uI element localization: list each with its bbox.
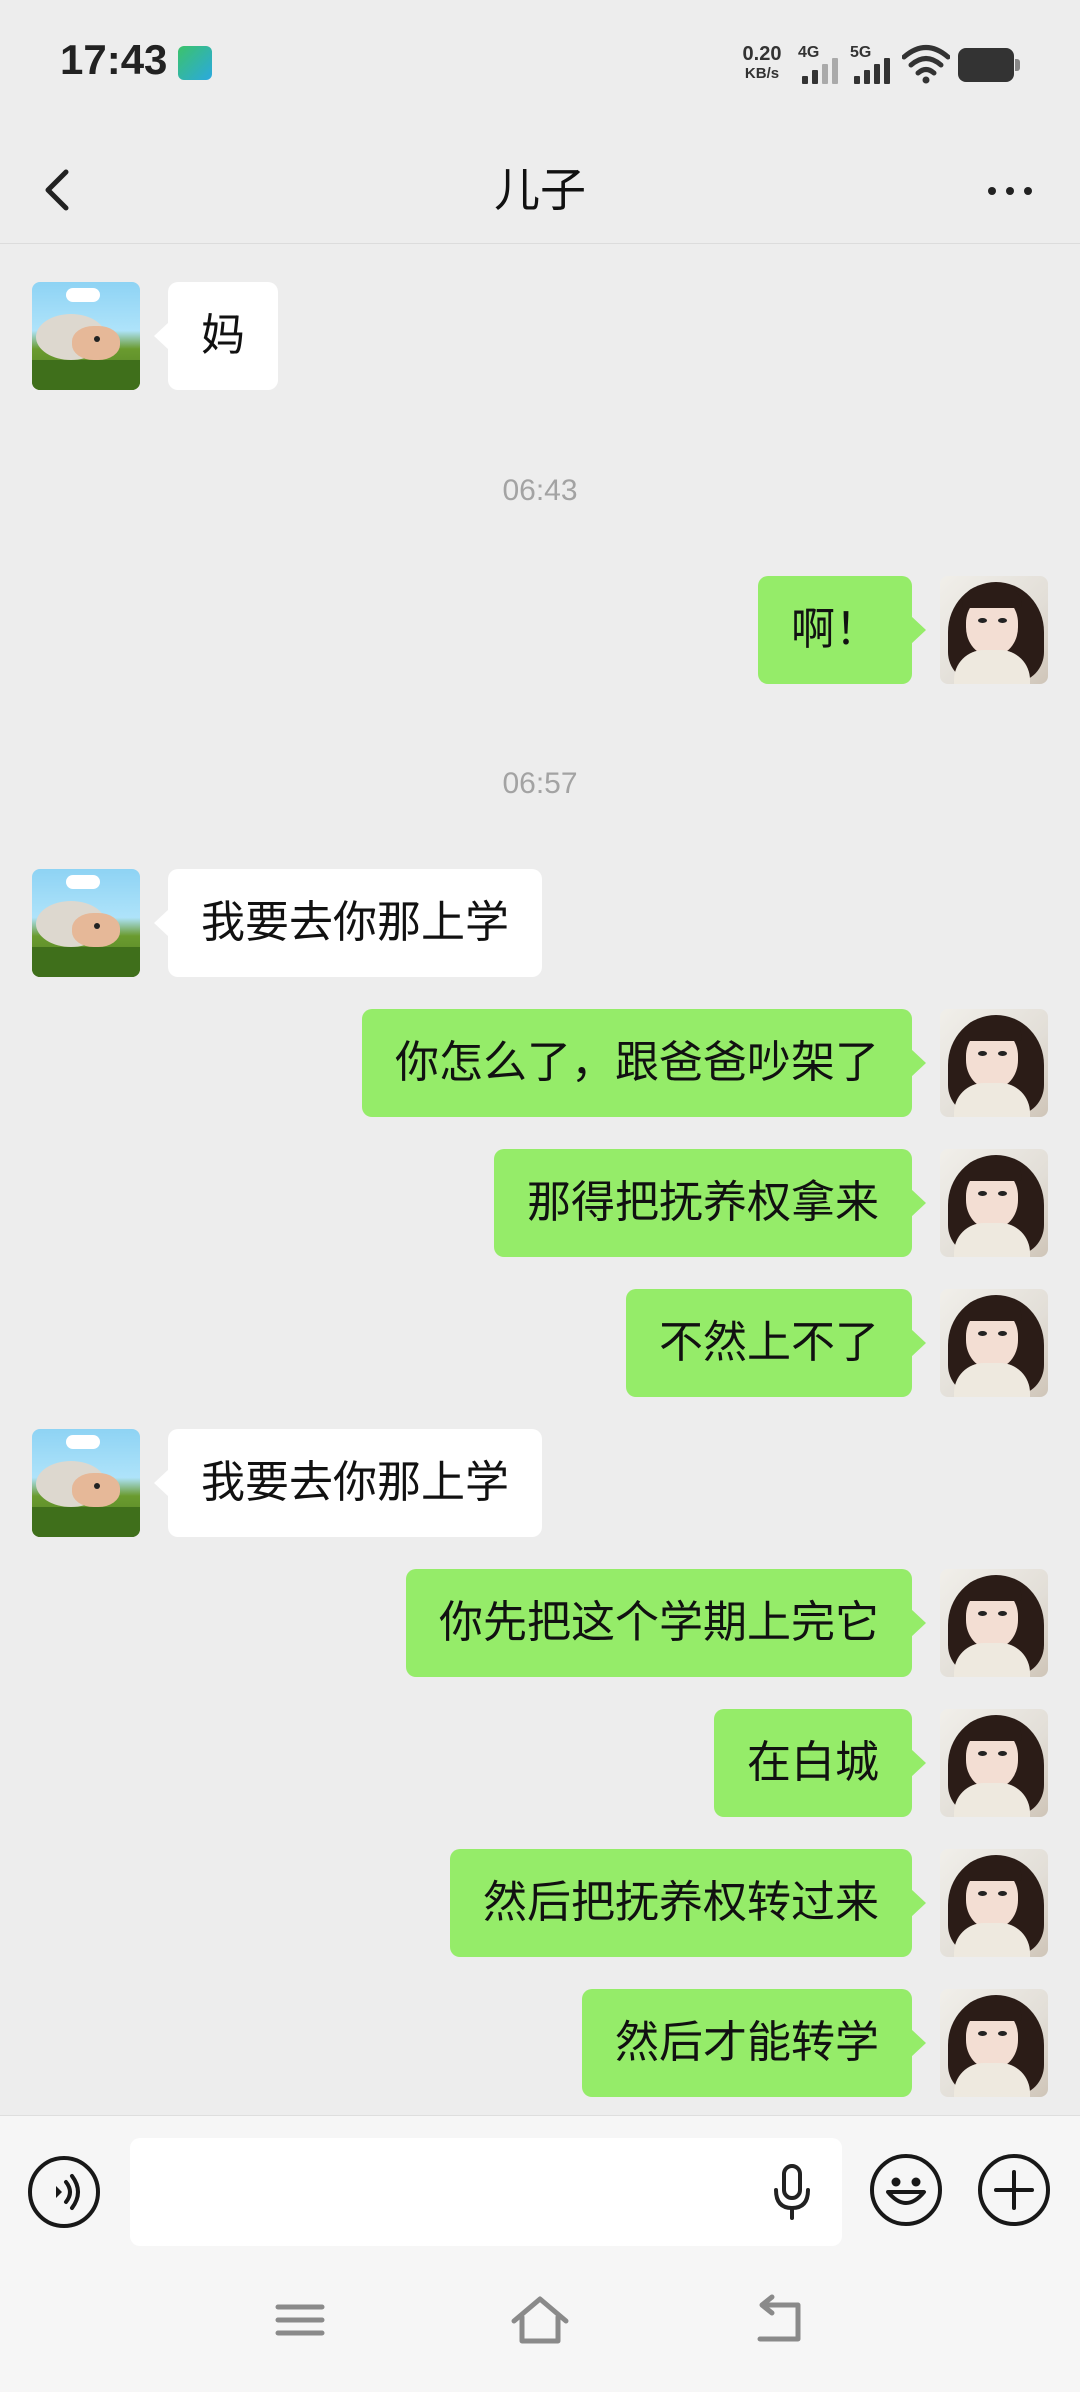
message-bubble[interactable]: 我要去你那上学 bbox=[154, 1429, 542, 1537]
avatar-self[interactable] bbox=[940, 1569, 1048, 1677]
message-row-outgoing: 在白城 bbox=[0, 1709, 1080, 1817]
message-row-incoming: 我要去你那上学 bbox=[0, 1429, 1080, 1537]
signal-5g-label: 5G bbox=[850, 44, 872, 61]
message-row-outgoing: 你怎么了，跟爸爸吵架了 bbox=[0, 1009, 1080, 1117]
avatar-self[interactable] bbox=[940, 576, 1048, 684]
message-row-outgoing: 然后把抚养权转过来 bbox=[0, 1849, 1080, 1957]
signal-4g-label: 4G bbox=[798, 44, 820, 61]
avatar-self[interactable] bbox=[940, 1149, 1048, 1257]
avatar-contact[interactable] bbox=[32, 1429, 140, 1537]
message-row-incoming: 妈 bbox=[0, 282, 1080, 390]
message-timestamp: 06:57 bbox=[502, 767, 578, 800]
chat-header: 儿子 bbox=[0, 130, 1080, 244]
message-bubble[interactable]: 我要去你那上学 bbox=[154, 869, 542, 977]
signal-5g-icon: 5G bbox=[850, 44, 900, 84]
more-dots-icon[interactable] bbox=[970, 150, 1050, 230]
back-arrow-icon[interactable] bbox=[740, 2285, 820, 2355]
avatar-self[interactable] bbox=[940, 1849, 1048, 1957]
menu-icon[interactable] bbox=[260, 2285, 340, 2355]
status-time: 17:43 bbox=[60, 36, 168, 83]
avatar-self[interactable] bbox=[940, 1009, 1048, 1117]
message-input[interactable] bbox=[130, 2138, 842, 2246]
app-notification-icon bbox=[178, 46, 212, 80]
plus-icon[interactable] bbox=[978, 2154, 1050, 2226]
message-bubble[interactable]: 然后把抚养权转过来 bbox=[450, 1849, 926, 1957]
message-bubble[interactable]: 你先把这个学期上完它 bbox=[406, 1569, 926, 1677]
message-bubble[interactable]: 妈 bbox=[154, 282, 278, 390]
network-speed: 0.20 KB/s bbox=[736, 44, 788, 84]
message-row-outgoing: 然后才能转学 bbox=[0, 1989, 1080, 2097]
system-nav-bar bbox=[0, 2265, 1080, 2392]
chat-title: 儿子 bbox=[494, 163, 586, 217]
message-row-outgoing: 啊！ bbox=[0, 576, 1080, 684]
mic-icon[interactable] bbox=[770, 2164, 814, 2220]
avatar-self[interactable] bbox=[940, 1989, 1048, 2097]
avatar-self[interactable] bbox=[940, 1289, 1048, 1397]
wifi-icon bbox=[902, 45, 950, 84]
signal-4g-icon: 4G bbox=[798, 44, 848, 84]
network-speed-unit: KB/s bbox=[744, 65, 780, 82]
message-row-outgoing: 那得把抚养权拿来 bbox=[0, 1149, 1080, 1257]
message-bubble[interactable]: 那得把抚养权拿来 bbox=[494, 1149, 926, 1257]
network-speed-value: 0.20 bbox=[742, 43, 782, 65]
avatar-self[interactable] bbox=[940, 1709, 1048, 1817]
voice-mode-icon[interactable] bbox=[28, 2156, 100, 2228]
message-bubble[interactable]: 你怎么了，跟爸爸吵架了 bbox=[362, 1009, 926, 1117]
message-bubble[interactable]: 在白城 bbox=[714, 1709, 926, 1817]
message-bubble[interactable]: 啊！ bbox=[758, 576, 926, 684]
emoji-icon[interactable] bbox=[870, 2154, 942, 2226]
avatar-contact[interactable] bbox=[32, 282, 140, 390]
message-bubble[interactable]: 不然上不了 bbox=[626, 1289, 926, 1397]
message-timestamp: 06:43 bbox=[502, 474, 578, 507]
avatar-contact[interactable] bbox=[32, 869, 140, 977]
battery-icon bbox=[958, 48, 1020, 82]
message-row-incoming: 我要去你那上学 bbox=[0, 869, 1080, 977]
message-list[interactable]: 妈 06:43 啊！ 06:57 我要去你那上学 你怎么了，跟爸爸吵架了 那得把… bbox=[0, 245, 1080, 2115]
input-bar bbox=[0, 2115, 1080, 2265]
status-bar: 17:43 0.20 KB/s 4G 5G bbox=[0, 0, 1080, 130]
message-row-outgoing: 不然上不了 bbox=[0, 1289, 1080, 1397]
message-row-outgoing: 你先把这个学期上完它 bbox=[0, 1569, 1080, 1677]
home-icon[interactable] bbox=[500, 2285, 580, 2355]
message-bubble[interactable]: 然后才能转学 bbox=[582, 1989, 926, 2097]
